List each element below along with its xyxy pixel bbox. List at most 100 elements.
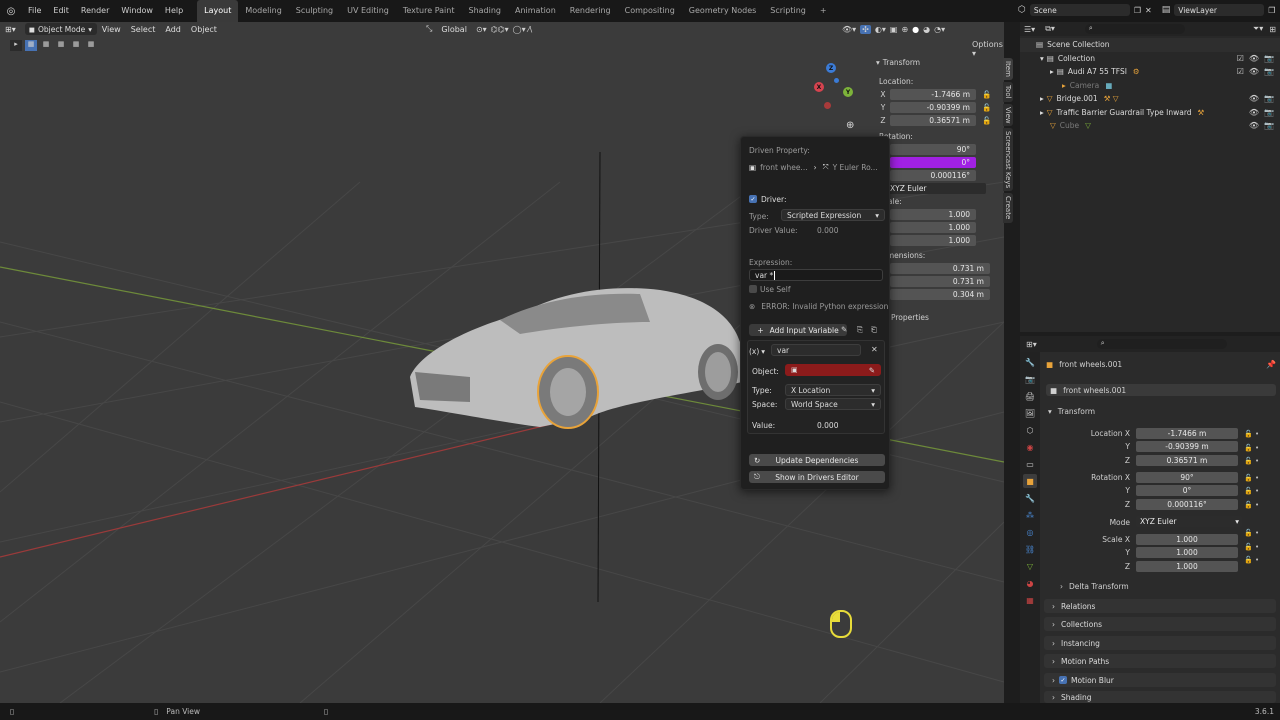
npanel-location-x[interactable]: X -1.7466 m 🔓: [876, 88, 992, 101]
variable-name-input[interactable]: var: [771, 344, 861, 356]
scene-icon[interactable]: ⬡: [1018, 5, 1026, 15]
tab-animation[interactable]: Animation: [508, 0, 563, 22]
proportional-icon[interactable]: ◯▾ ⁄\: [513, 25, 533, 34]
outliner-item-audi[interactable]: ▸ ▤ Audi A7 55 TFSI ⚙ ☑ 👁 📷: [1020, 65, 1280, 79]
pivot-icon[interactable]: ⊙▾: [476, 25, 487, 34]
lock-icon[interactable]: 🔓 •: [1244, 541, 1259, 555]
npanel-rotation-mode-dropdown[interactable]: XYZ Euler: [876, 183, 986, 194]
modifier-tab-icon[interactable]: 🔧: [1023, 491, 1037, 505]
outliner-item-bridge[interactable]: ▸ ▽ Bridge.001 ⚒ ▽ 👁 📷: [1020, 92, 1280, 106]
scene-selector[interactable]: Scene: [1029, 4, 1130, 16]
rotation-mode-dropdown[interactable]: XYZ Euler ▾: [1136, 516, 1242, 527]
npanel-rotation-z-field[interactable]: 0.000116°: [890, 170, 976, 181]
use-self-option[interactable]: Use Self: [749, 283, 791, 295]
view-layer-tab-icon[interactable]: 🖼: [1023, 406, 1037, 420]
gizmo-x-icon[interactable]: X: [814, 82, 824, 92]
rotation-x-field[interactable]: 90°: [1136, 472, 1238, 483]
scene-copy-icon[interactable]: ❐: [1134, 6, 1141, 15]
editor-type-icon[interactable]: ☰▾: [1024, 25, 1035, 34]
lock-icon[interactable]: 🔓 •: [1244, 485, 1259, 499]
npanel-dimensions-x-field[interactable]: 0.731 m: [890, 263, 990, 274]
properties-search[interactable]: ⌕: [1096, 339, 1227, 349]
lock-icon[interactable]: 🔓: [982, 103, 991, 112]
tab-geometry-nodes[interactable]: Geometry Nodes: [682, 0, 763, 22]
render-tab-icon[interactable]: 📷: [1023, 372, 1037, 386]
npanel-scale-x[interactable]: X1.000: [876, 208, 992, 221]
outliner-item-cube[interactable]: ▽ Cube ▽ 👁 📷: [1020, 119, 1280, 133]
lock-icon[interactable]: 🔓: [982, 90, 991, 99]
expression-input[interactable]: var *: [749, 269, 883, 281]
viewlayer-icon[interactable]: ▤: [1162, 5, 1171, 15]
panel-motion-blur[interactable]: › ✓ Motion Blur: [1044, 673, 1276, 687]
sidebar-tab-tool[interactable]: Tool: [1003, 81, 1013, 102]
tab-layout[interactable]: Layout: [197, 0, 239, 22]
menu-help[interactable]: Help: [159, 0, 189, 22]
delta-transform-subpanel[interactable]: › Delta Transform: [1060, 582, 1129, 591]
camera-icon[interactable]: 📷: [1264, 67, 1274, 76]
display-mode-icon[interactable]: ⧉▾: [1045, 24, 1055, 34]
tab-texture-paint[interactable]: Texture Paint: [396, 0, 462, 22]
eye-icon[interactable]: 👁: [1249, 67, 1259, 76]
tab-rendering[interactable]: Rendering: [563, 0, 618, 22]
tab-modeling[interactable]: Modeling: [238, 0, 288, 22]
lock-icon[interactable]: 🔓 •: [1244, 554, 1259, 568]
output-tab-icon[interactable]: 🖨: [1023, 389, 1037, 403]
menu-select[interactable]: Select: [126, 23, 161, 35]
npanel-rotation-mode[interactable]: XYZ Euler: [876, 182, 992, 195]
object-name-field[interactable]: ■ front wheels.001: [1046, 384, 1276, 396]
tab-shading[interactable]: Shading: [461, 0, 508, 22]
checkbox-icon[interactable]: ☑: [1237, 54, 1244, 63]
npanel-dimensions-y-field[interactable]: 0.731 m: [890, 276, 990, 287]
driver-enabled-checkbox[interactable]: ✓: [749, 195, 757, 203]
eye-icon[interactable]: 👁: [1249, 121, 1259, 130]
shading-wire-icon[interactable]: ⊕: [901, 25, 908, 34]
variable-transform-type-dropdown[interactable]: X Location ▾: [785, 384, 881, 396]
constraints-tab-icon[interactable]: ⛓: [1023, 542, 1037, 556]
select-mode-invert-icon[interactable]: ▦: [70, 40, 82, 51]
npanel-scale-y[interactable]: Y1.000: [876, 221, 992, 234]
shading-material-icon[interactable]: ◕: [923, 25, 930, 34]
select-mode-new-icon[interactable]: ▦: [25, 40, 37, 51]
select-mode-extend-icon[interactable]: ▦: [40, 40, 52, 51]
tab-scripting[interactable]: Scripting: [763, 0, 813, 22]
lock-icon[interactable]: 🔓 •: [1244, 527, 1259, 541]
show-in-drivers-editor-button[interactable]: ⎋ Show in Drivers Editor: [749, 471, 885, 483]
scale-x-field[interactable]: 1.000: [1136, 534, 1238, 545]
tab-sculpting[interactable]: Sculpting: [289, 0, 340, 22]
eyedropper-icon[interactable]: ✎: [869, 366, 875, 375]
orientation-selector[interactable]: Global: [436, 23, 472, 35]
navigation-gizmo[interactable]: Z Y X: [810, 60, 860, 115]
eye-icon[interactable]: 👁: [1249, 54, 1259, 63]
npanel-rotation-y-field-driven[interactable]: 0°: [890, 157, 976, 168]
npanel-transform-header[interactable]: ▾ Transform: [876, 58, 992, 67]
tool-select-icon[interactable]: ▸: [10, 40, 22, 51]
zoom-icon[interactable]: ⊕: [846, 120, 854, 131]
motion-blur-checkbox[interactable]: ✓: [1059, 676, 1067, 684]
npanel-scale-z-field[interactable]: 1.000: [890, 235, 976, 246]
camera-icon[interactable]: 📷: [1264, 108, 1274, 117]
select-mode-subtract-icon[interactable]: ▦: [55, 40, 67, 51]
add-workspace-button[interactable]: +: [813, 0, 834, 22]
scale-z-field[interactable]: 1.000: [1136, 561, 1238, 572]
rotation-y-field[interactable]: 0°: [1136, 485, 1238, 496]
driver-type-dropdown[interactable]: Scripted Expression ▾: [781, 209, 885, 221]
collection-tab-icon[interactable]: ▭: [1023, 457, 1037, 471]
gizmo-z-icon[interactable]: Z: [826, 63, 836, 73]
location-y-field[interactable]: -0.90399 m: [1136, 441, 1238, 452]
data-tab-icon[interactable]: ▽: [1023, 559, 1037, 573]
remove-variable-icon[interactable]: ✕: [871, 345, 878, 354]
variable-space-dropdown[interactable]: World Space ▾: [785, 398, 881, 410]
rotation-z-field[interactable]: 0.000116°: [1136, 499, 1238, 510]
orientation-icon[interactable]: ⤡: [426, 24, 432, 34]
outliner-search[interactable]: ⌕: [1084, 24, 1185, 34]
panel-collections[interactable]: › Collections: [1044, 617, 1276, 631]
select-mode-intersect-icon[interactable]: ▦: [85, 40, 97, 51]
npanel-properties-header[interactable]: ›Properties: [876, 311, 992, 324]
lock-icon[interactable]: 🔓 •: [1244, 472, 1259, 486]
snap-icon[interactable]: ⌬⌬▾: [491, 25, 509, 34]
lock-icon[interactable]: 🔓: [982, 116, 991, 125]
editor-type-icon[interactable]: ⊞▾: [0, 23, 21, 35]
panel-shading[interactable]: › Shading: [1044, 691, 1276, 703]
menu-edit[interactable]: Edit: [47, 0, 75, 22]
lock-icon[interactable]: 🔓 •: [1244, 442, 1259, 456]
